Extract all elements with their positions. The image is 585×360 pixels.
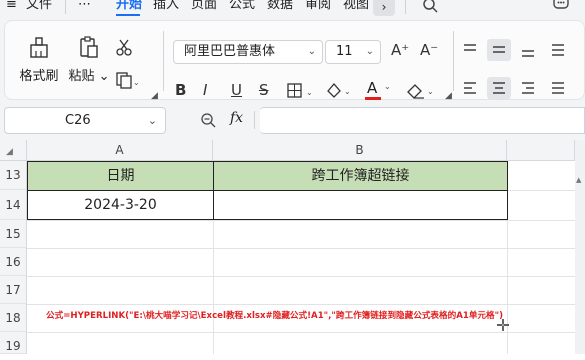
row-header-18[interactable]: 18 xyxy=(0,304,27,332)
font-size-select[interactable]: 11 ⌄ xyxy=(325,40,381,64)
row-header-16[interactable]: 16 xyxy=(0,248,27,276)
ribbon-divider xyxy=(453,31,454,91)
gridline xyxy=(27,248,575,249)
svg-text:⌄: ⌄ xyxy=(306,88,313,97)
eraser-icon[interactable]: ⌄ xyxy=(405,82,437,100)
tab-formula[interactable]: 公式 xyxy=(229,0,255,13)
tabs-overflow-button[interactable]: › xyxy=(373,0,395,16)
increase-font-button[interactable]: A⁺ xyxy=(391,41,409,59)
zoom-icon[interactable] xyxy=(200,112,216,128)
ribbon-panel: 格式刷 粘贴 ⌄ ⌄ ◢ 阿里巴巴普惠体 ⌄ 11 ⌄ A⁺ A⁻ B I U … xyxy=(4,20,585,101)
cell-a14[interactable]: 2024-3-20 xyxy=(27,190,214,220)
column-header-a[interactable]: A xyxy=(27,140,213,161)
format-painter-button[interactable]: 格式刷 xyxy=(17,35,61,84)
name-box-value: C26 xyxy=(65,113,91,128)
row-header-13[interactable]: 13 xyxy=(0,161,27,190)
paste-icon xyxy=(80,36,98,58)
cell-b13[interactable]: 跨工作簿超链接 xyxy=(213,161,508,191)
chevron-down-icon[interactable]: ⌄ xyxy=(148,108,157,133)
column-header-c[interactable] xyxy=(507,140,575,161)
underline-button[interactable]: U xyxy=(231,81,242,99)
font-name-select[interactable]: 阿里巴巴普惠体 ⌄ xyxy=(173,40,323,64)
menu-file[interactable]: 文件 xyxy=(26,0,52,13)
formula-divider xyxy=(254,111,255,129)
tab-view[interactable]: 视图 xyxy=(343,0,369,13)
menu-bar: ≡ 文件 ⋯ 开始 插入 页面 公式 数据 审阅 视图 › xyxy=(0,0,585,16)
formula-note-text: 公式=HYPERLINK("E:\桃大喵学习记\Excel教程.xlsx#隐藏公… xyxy=(46,311,504,321)
font-color-letter: A xyxy=(367,79,378,97)
row-header-14[interactable]: 14 xyxy=(0,190,27,220)
scissors-icon[interactable] xyxy=(115,39,133,57)
alignment-group xyxy=(464,39,564,99)
row-header-17[interactable]: 17 xyxy=(0,276,27,304)
chevron-down-icon: ⌄ xyxy=(307,46,316,57)
font-size-value: 11 xyxy=(336,44,353,59)
ribbon: 格式刷 粘贴 ⌄ ⌄ ◢ 阿里巴巴普惠体 ⌄ 11 ⌄ A⁺ A⁻ B I U … xyxy=(0,16,585,101)
gridline xyxy=(27,332,575,333)
row-header-19[interactable]: 19 xyxy=(0,332,27,354)
svg-text:⌄: ⌄ xyxy=(133,78,139,87)
tab-data[interactable]: 数据 xyxy=(267,0,293,13)
column-header-b[interactable]: B xyxy=(213,140,507,161)
strikethrough-button[interactable]: S xyxy=(259,81,269,99)
move-cursor-icon xyxy=(497,319,509,331)
select-all-corner[interactable]: ◢ xyxy=(0,140,27,161)
chevron-down-icon: ⌄ xyxy=(365,46,374,57)
formula-bar: C26 ⌄ fx xyxy=(0,100,585,140)
chevron-down-icon: ⌄ xyxy=(384,82,391,91)
chat-icon[interactable] xyxy=(552,0,570,12)
tab-page[interactable]: 页面 xyxy=(191,0,217,13)
gridline xyxy=(507,190,575,191)
fx-icon[interactable]: fx xyxy=(230,110,243,126)
format-painter-label: 格式刷 xyxy=(19,69,59,84)
row-header-15[interactable]: 15 xyxy=(0,220,27,248)
vertical-scrollbar[interactable]: ▲ xyxy=(575,140,585,354)
scroll-up-icon[interactable]: ▲ xyxy=(576,176,581,184)
search-icon[interactable] xyxy=(422,0,438,13)
svg-text:⌄: ⌄ xyxy=(344,87,351,96)
fill-color-icon[interactable]: ⌄ xyxy=(325,81,355,101)
cell-a13[interactable]: 日期 xyxy=(27,161,214,191)
tab-insert[interactable]: 插入 xyxy=(153,0,179,13)
tab-review[interactable]: 审阅 xyxy=(305,0,331,13)
italic-button[interactable]: I xyxy=(203,81,207,99)
decrease-font-button[interactable]: A⁻ xyxy=(420,41,438,59)
border-icon[interactable]: ⌄ xyxy=(287,83,317,99)
gridline xyxy=(27,220,575,221)
gridline xyxy=(507,220,508,354)
select-all-icon: ◢ xyxy=(6,147,13,157)
paste-button[interactable]: 粘贴 ⌄ xyxy=(67,35,111,84)
menu-divider xyxy=(65,0,66,14)
gridline xyxy=(27,304,575,305)
formula-input[interactable] xyxy=(260,107,585,134)
format-painter-icon xyxy=(30,37,48,58)
menu-more[interactable]: ⋯ xyxy=(78,0,91,13)
paste-label: 粘贴 ⌄ xyxy=(68,69,110,84)
gridline xyxy=(27,276,575,277)
svg-text:⌄: ⌄ xyxy=(427,87,434,96)
font-name-value: 阿里巴巴普惠体 xyxy=(184,44,276,59)
cell-b14[interactable] xyxy=(213,190,508,220)
font-color-button[interactable]: A ⌄ xyxy=(365,79,393,101)
sheet-grid: ◢ A B 13 14 15 16 17 18 19 日期 跨工作簿超链接 20… xyxy=(0,140,585,354)
menu-file-icon[interactable]: ≡ xyxy=(6,0,17,13)
copy-icon[interactable]: ⌄ xyxy=(115,71,139,89)
name-box[interactable]: C26 ⌄ xyxy=(4,107,166,134)
bold-button[interactable]: B xyxy=(175,81,186,99)
gridline xyxy=(213,220,214,354)
ribbon-divider xyxy=(163,31,164,91)
menu-divider xyxy=(405,0,406,14)
tab-home[interactable]: 开始 xyxy=(116,0,142,13)
